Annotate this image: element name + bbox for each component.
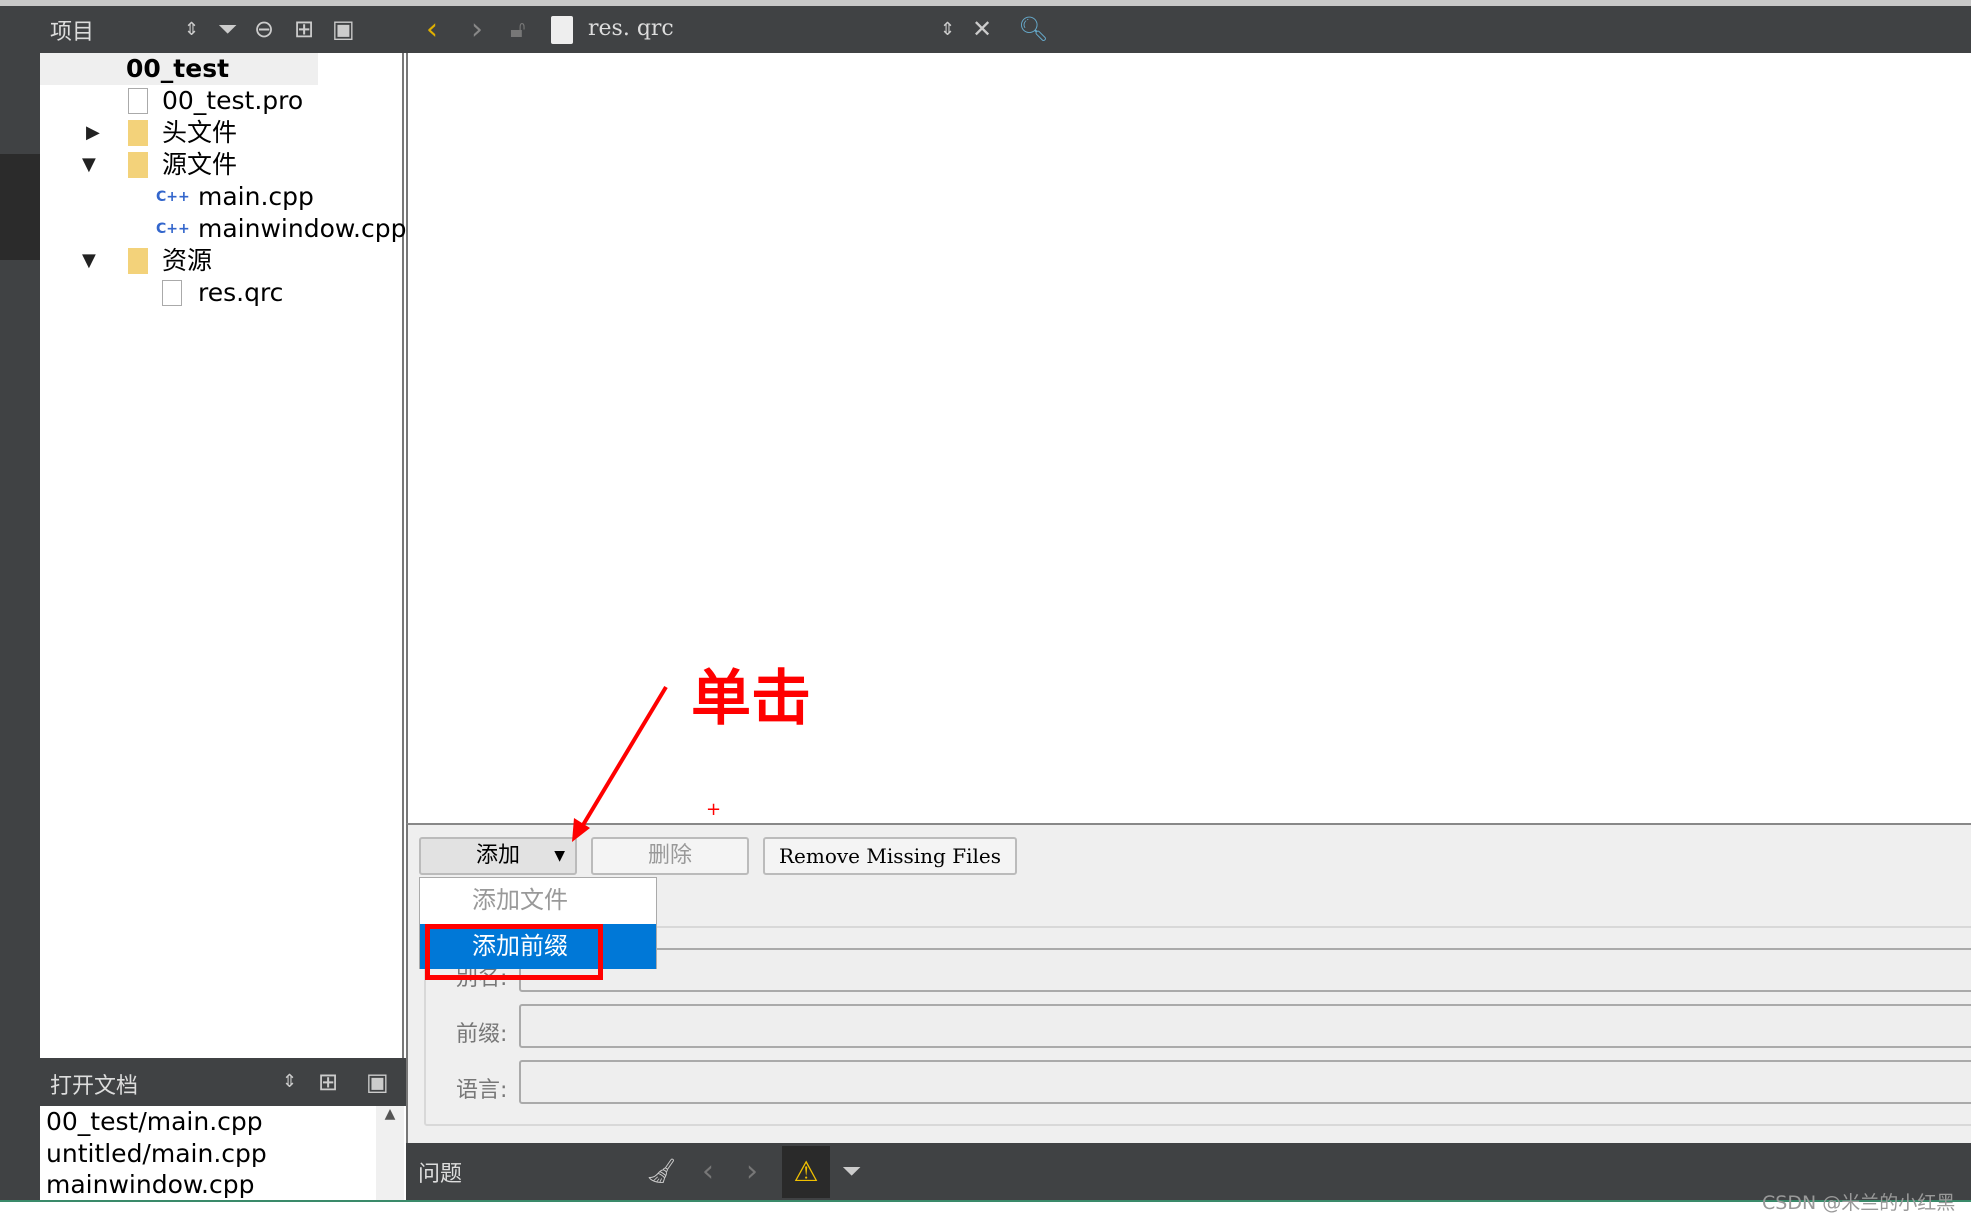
open-document-item[interactable]: mainwindow.cpp [46,1169,254,1201]
prev-icon[interactable]: ‹ [702,1143,714,1200]
filter-icon[interactable]: ⏷ [842,1143,861,1200]
annotation-text: 单击 [691,664,811,734]
cursor-crosshair: + [706,799,721,820]
warning-icon[interactable]: ⚠ [782,1146,830,1198]
scrollbar[interactable]: ▲ [376,1106,404,1200]
split-icon[interactable]: ⊞ [318,1058,338,1106]
open-document-item[interactable]: 00_test/main.cpp [46,1106,263,1138]
open-documents-title: 打开文档 [50,1074,139,1099]
problems-bar: 问题 🧹︎ ‹ › ⚠ ⏷ [406,1143,1971,1200]
annotation-arrow: + [572,685,721,842]
watermark: CSDN @米兰的小红黑 [1762,1192,1956,1214]
sort-updown-icon[interactable]: ⇕ [282,1058,297,1106]
open-document-item[interactable]: untitled/main.cpp [46,1138,267,1170]
open-documents-header: 打开文档 ⇕ ⊞ ▣ [40,1058,406,1106]
clear-icon[interactable]: 🧹︎ [646,1143,676,1200]
next-icon[interactable]: › [746,1143,758,1200]
open-documents-list: 00_test/main.cpp untitled/main.cpp mainw… [40,1106,404,1200]
problems-title: 问题 [418,1162,463,1187]
close-panel-icon[interactable]: ▣ [366,1058,389,1106]
bottom-border [0,1200,1971,1202]
